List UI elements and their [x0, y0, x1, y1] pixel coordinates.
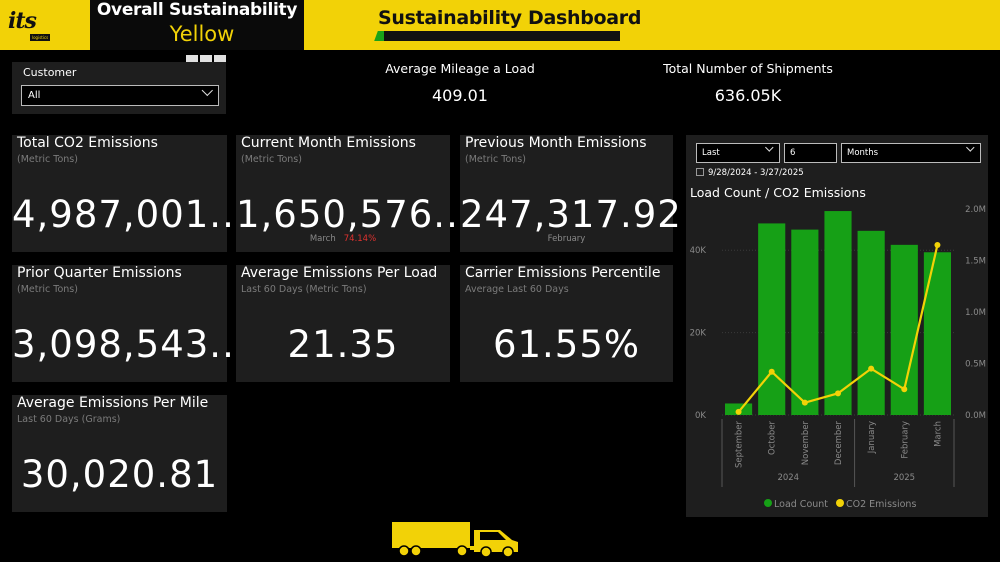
- card-subtitle: Last 60 Days (Grams): [17, 414, 121, 425]
- card-subtitle: (Metric Tons): [17, 154, 78, 165]
- y-right-tick-label: 1.0M: [965, 308, 986, 318]
- legend-label: Load Count: [774, 499, 828, 510]
- more-options-icon[interactable]: [214, 55, 226, 62]
- y-right-tick-label: 0.0M: [965, 411, 986, 421]
- load-count-bar: [824, 211, 852, 415]
- card-title: Current Month Emissions: [241, 135, 416, 151]
- customer-slicer: Customer All: [12, 62, 226, 114]
- y-left-tick-label: 0K: [695, 411, 706, 421]
- x-category-label: December: [834, 420, 844, 465]
- x-category-label: February: [900, 421, 910, 459]
- co2-emissions-point: [835, 390, 841, 397]
- chevron-down-icon: [201, 84, 213, 97]
- avg-per-load-card: Average Emissions Per Load Last 60 Days …: [236, 265, 450, 382]
- card-subtitle: Last 60 Days (Metric Tons): [241, 284, 367, 295]
- co2-emissions-point: [735, 408, 742, 415]
- total-co2-card: Total CO2 Emissions (Metric Tons) 4,987,…: [12, 135, 248, 252]
- card-value: 3,098,543...: [12, 323, 248, 366]
- y-left-tick-label: 20K: [690, 329, 707, 339]
- x-category-label: March: [933, 421, 943, 447]
- x-category-label: October: [768, 421, 778, 456]
- card-title: Carrier Emissions Percentile: [465, 265, 661, 281]
- overall-sustainability-card: Overall Sustainability Yellow: [90, 0, 304, 50]
- co2-emissions-point: [768, 368, 775, 375]
- company-logo: its logistics: [0, 0, 62, 50]
- x-category-label: November: [801, 420, 811, 465]
- dashboard-title: Sustainability Dashboard: [378, 7, 642, 29]
- visual-header-icons[interactable]: [186, 55, 226, 62]
- card-subtitle: (Metric Tons): [241, 154, 302, 165]
- focus-mode-icon[interactable]: [200, 55, 212, 62]
- y-right-tick-label: 0.5M: [965, 360, 986, 370]
- card-value: 61.55%: [492, 323, 641, 366]
- total-shipments-value: 636.05K: [714, 86, 782, 105]
- legend-label: CO2 Emissions: [846, 499, 916, 510]
- overall-sustainability-value: Yellow: [169, 22, 235, 46]
- prior-quarter-card: Prior Quarter Emissions (Metric Tons) 3,…: [12, 265, 248, 382]
- total-shipments-kpi: Total Number of Shipments 636.05K: [660, 61, 836, 105]
- customer-label: Customer: [23, 66, 77, 79]
- legend-marker: [764, 499, 772, 507]
- load-count-bar: [791, 229, 819, 415]
- total-shipments-label: Total Number of Shipments: [663, 61, 833, 76]
- card-value: 21.35: [287, 323, 399, 366]
- previous-month-card: Previous Month Emissions (Metric Tons) 2…: [460, 135, 682, 252]
- legend-marker: [836, 499, 844, 507]
- load-count-bar: [857, 230, 885, 415]
- avg-per-mile-card: Average Emissions Per Mile Last 60 Days …: [12, 395, 227, 512]
- x-category-label: September: [735, 420, 745, 467]
- card-value: 4,987,001...: [12, 193, 248, 236]
- x-year-label: 2025: [893, 473, 915, 483]
- change-percent: 74.14%: [343, 234, 377, 244]
- overall-sustainability-title: Overall Sustainability: [96, 0, 298, 20]
- filter-icon[interactable]: [186, 55, 198, 62]
- card-title: Prior Quarter Emissions: [17, 265, 182, 281]
- card-footer: March 74.14%: [236, 234, 450, 244]
- card-title: Total CO2 Emissions: [17, 135, 158, 151]
- card-value: 1,650,576...: [236, 193, 472, 236]
- load-count-bar: [923, 252, 951, 415]
- avg-mileage-label: Average Mileage a Load: [385, 61, 535, 76]
- co2-emissions-point: [801, 399, 808, 406]
- co2-emissions-point: [868, 365, 875, 372]
- avg-mileage-kpi: Average Mileage a Load 409.01: [380, 61, 540, 105]
- card-value: 30,020.81: [20, 453, 219, 496]
- y-right-tick-label: 1.5M: [965, 257, 986, 267]
- card-value: 247,317.92: [460, 193, 682, 236]
- current-month-card: Current Month Emissions (Metric Tons) 1,…: [236, 135, 472, 252]
- x-category-label: January: [867, 421, 877, 454]
- avg-mileage-value: 409.01: [432, 86, 488, 105]
- co2-emissions-point: [901, 386, 908, 393]
- card-title: Average Emissions Per Mile: [17, 395, 209, 411]
- load-co2-combo-chart: 0K 20K 40K 0.0M 0.5M 1.0M 1.5M 2.0M September Oct…: [690, 205, 986, 510]
- x-year-label: 2024: [777, 473, 799, 483]
- load-co2-chart-panel: Last 6 Months 9/28/2024 - 3/27/2025 Load…: [686, 135, 988, 517]
- card-month: February: [547, 234, 586, 244]
- y-left-tick-label: 40K: [690, 246, 707, 256]
- load-count-bar: [758, 223, 786, 415]
- title-underline: [384, 31, 620, 41]
- card-title: Previous Month Emissions: [465, 135, 647, 151]
- logo-text: its: [8, 8, 37, 34]
- card-month: March: [309, 234, 336, 244]
- card-subtitle: (Metric Tons): [17, 284, 78, 295]
- card-title: Average Emissions Per Load: [241, 265, 438, 281]
- carrier-percentile-card: Carrier Emissions Percentile Average Las…: [460, 265, 673, 382]
- y-right-tick-label: 2.0M: [965, 205, 986, 215]
- logo-subtext: logistics: [30, 34, 51, 41]
- card-subtitle: (Metric Tons): [465, 154, 526, 165]
- truck-icon: [392, 522, 518, 558]
- customer-dropdown-value: All: [28, 90, 41, 101]
- customer-dropdown[interactable]: All: [21, 84, 219, 106]
- co2-emissions-point: [934, 242, 941, 249]
- card-subtitle: Average Last 60 Days: [465, 284, 569, 295]
